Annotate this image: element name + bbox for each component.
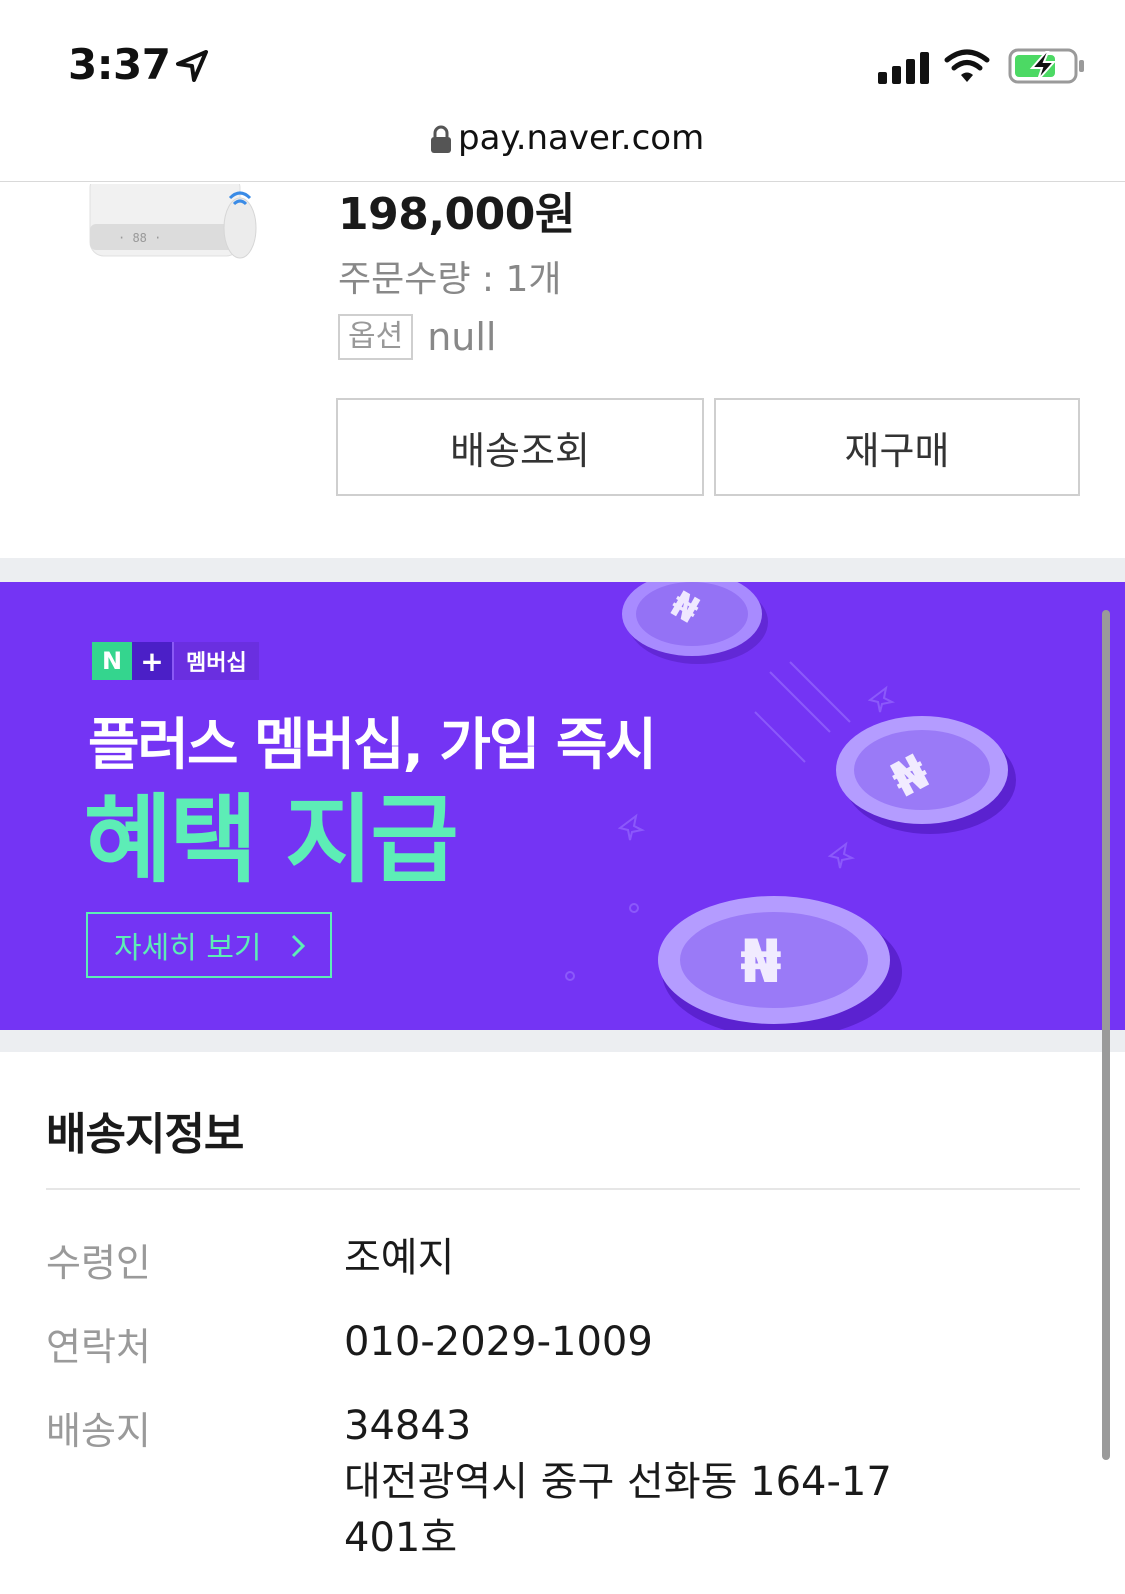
option-row: 옵션 null (338, 312, 497, 362)
order-price: 198,000원 (338, 189, 575, 240)
battery-charging-icon (1008, 48, 1084, 84)
chevron-right-icon (291, 934, 306, 958)
badge-label: 멤버십 (172, 642, 259, 680)
wifi-icon (944, 49, 990, 82)
shipping-info-title: 배송지정보 (46, 1109, 244, 1160)
delivery-tracking-button[interactable]: 배송조회 (336, 398, 704, 496)
divider (46, 1188, 1080, 1190)
svg-text:· 88 ·: · 88 · (118, 231, 161, 245)
order-quantity: 주문수량 : 1개 (338, 259, 562, 300)
repurchase-button[interactable]: 재구매 (714, 398, 1080, 496)
location-arrow-icon (176, 50, 208, 82)
cellular-signal-icon (878, 52, 929, 84)
recipient-value: 조예지 (344, 1235, 455, 1281)
url-text: pay.naver.com (458, 118, 705, 158)
section-separator (0, 1030, 1125, 1052)
badge-plus-icon: + (132, 642, 172, 680)
address-label: 배송지 (46, 1409, 151, 1453)
naver-plus-membership-badge: N + 멤버십 (92, 642, 259, 680)
page-scrollbar[interactable] (1102, 610, 1110, 1460)
banner-details-button[interactable]: 자세히 보기 (86, 912, 332, 978)
coin-middle-icon: ₦ (836, 716, 1016, 834)
option-value: null (427, 315, 497, 359)
product-thumbnail[interactable]: · 88 · (60, 184, 300, 284)
status-time: 3:37 (68, 40, 171, 89)
address-postal-code: 34843 (344, 1403, 472, 1449)
status-bar: 3:37 (0, 0, 1125, 120)
coins-illustration: ₦ ₦ ₦ (565, 582, 1016, 1030)
section-separator (0, 558, 1125, 582)
coin-top-icon: ₦ (622, 582, 768, 664)
coin-bottom-icon: ₦ (658, 896, 902, 1030)
address-bar[interactable]: pay.naver.com (0, 110, 1125, 182)
lock-icon (431, 125, 451, 153)
banner-details-label: 자세히 보기 (114, 931, 262, 966)
address-detail: 401호 (344, 1515, 458, 1561)
badge-n-logo: N (92, 642, 132, 680)
recipient-label: 수령인 (46, 1241, 151, 1285)
banner-highlight: 혜택 지급 (84, 784, 459, 896)
contact-label: 연락처 (46, 1325, 151, 1369)
svg-text:₦: ₦ (740, 927, 782, 997)
address-value: 34843 대전광역시 중구 선화동 164-17 401호 (344, 1398, 892, 1566)
contact-value: 010-2029-1009 (344, 1319, 653, 1365)
membership-banner[interactable]: N + 멤버십 플러스 멤버십, 가입 즉시 혜택 지급 자세히 보기 ₦ ₦ … (0, 582, 1125, 1030)
option-tag: 옵션 (338, 314, 414, 360)
address-street: 대전광역시 중구 선화동 164-17 (344, 1459, 892, 1505)
